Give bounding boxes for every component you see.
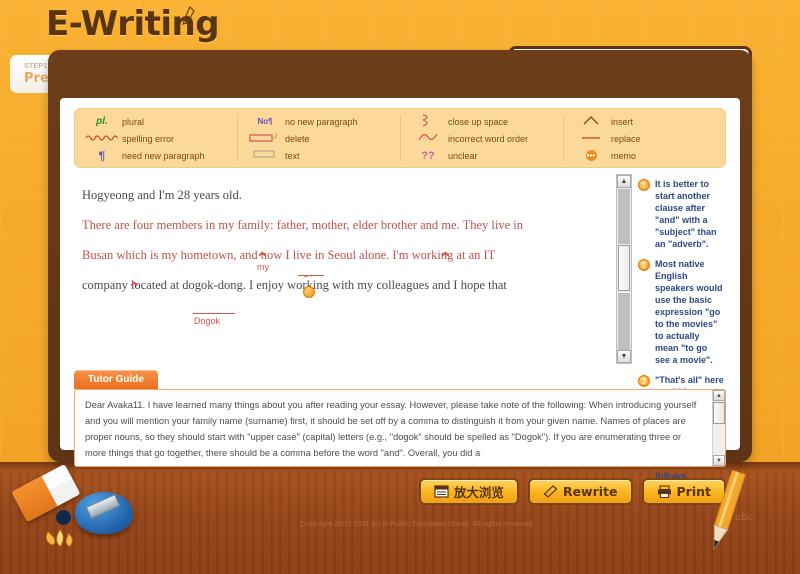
printer-icon — [657, 485, 671, 498]
essay-and-feedback-area: Hogyeong and I'm 28 years old. There are… — [74, 174, 726, 481]
tutor-guide-scrollbar[interactable]: ▲ ▼ — [712, 390, 725, 466]
essay-memo-dot[interactable] — [303, 286, 315, 298]
text-box-icon — [245, 149, 285, 162]
legend-label: need new paragraph — [122, 150, 205, 161]
legend-item-unclear: ?? unclear — [408, 147, 561, 164]
feedback-note[interactable]: 2 Most native English speakers would use… — [638, 258, 724, 366]
title-pencil-icon — [182, 6, 195, 25]
close-up-icon — [408, 113, 448, 130]
pencil-sharpener-decoration — [75, 492, 133, 534]
action-button-bar: 放大浏览 Rewrite Print — [410, 478, 726, 508]
pilcrow-icon: ¶ — [98, 148, 106, 163]
note-badge: 3 — [638, 375, 650, 387]
plural-icon: pl. — [96, 116, 108, 127]
scroll-down-icon[interactable]: ▼ — [617, 350, 631, 363]
essay-line: There are four members in my family: fat… — [82, 218, 523, 232]
strike-mark — [298, 275, 324, 276]
board-content: pl. plural spelling error ¶ need new par… — [60, 98, 740, 505]
print-label: Print — [676, 484, 712, 499]
note-badge: 1 — [638, 179, 650, 191]
correction-marks-legend: pl. plural spelling error ¶ need new par… — [74, 108, 726, 168]
no-pilcrow-icon: No¶ — [257, 117, 273, 126]
legend-item-no-new-paragraph: No¶ no new paragraph — [245, 113, 398, 130]
tutor-guide-box: Dear Avaka11. I have learned many things… — [74, 389, 726, 467]
rewrite-label: Rewrite — [562, 484, 618, 499]
strike-line-icon — [571, 133, 611, 144]
legend-label: plural — [122, 116, 145, 127]
insert-word-mark: my — [257, 262, 269, 272]
legend-label: insert — [611, 116, 634, 127]
feedback-note[interactable]: 1 It is better to start another clause a… — [638, 178, 724, 250]
legend-label: unclear — [448, 150, 478, 161]
legend-label: no new paragraph — [285, 116, 358, 127]
window-icon — [434, 485, 449, 498]
scroll-track-upper[interactable] — [618, 189, 630, 244]
legend-item-replace: replace — [571, 130, 724, 147]
legend-column-3: close up space incorrect word order ?? u… — [400, 108, 563, 168]
legend-column-4: insert replace ••• memo — [563, 108, 726, 168]
legend-label: incorrect word order — [448, 133, 529, 144]
enlarge-view-label: 放大浏览 — [453, 485, 504, 500]
legend-item-memo: ••• memo — [571, 147, 724, 164]
legend-label: spelling error — [122, 133, 175, 144]
feedback-notes-panel: 1 It is better to start another clause a… — [632, 174, 726, 481]
essay-scrollbar[interactable]: ▲ ▼ — [616, 174, 632, 364]
memo-dot-icon: ••• — [585, 150, 597, 161]
legend-label: text — [285, 150, 300, 161]
tutor-scroll-up-icon[interactable]: ▲ — [713, 390, 725, 401]
note-text: Most native English speakers would use t… — [655, 259, 723, 365]
note-text: It is better to start another clause aft… — [655, 179, 717, 249]
note-badge: 2 — [638, 259, 650, 271]
correction-word-mark: Dogok — [194, 316, 221, 326]
essay-line: Hogyeong and I'm 28 years old. — [82, 188, 242, 202]
scroll-track-lower[interactable] — [618, 293, 630, 350]
enlarge-view-button[interactable]: 放大浏览 — [418, 478, 519, 505]
signature-mark: abc — [735, 512, 753, 523]
legend-column-1: pl. plural spelling error ¶ need new par… — [74, 108, 237, 168]
wavy-line-icon — [82, 133, 122, 144]
rewrite-button[interactable]: Rewrite — [527, 478, 633, 505]
question-marks-icon: ?? — [421, 149, 435, 162]
copyright-text: Copyright 2007-2011 (c) E-Public Educati… — [300, 519, 535, 528]
tutor-scroll-down-icon[interactable]: ▼ — [713, 455, 725, 466]
legend-label: memo — [611, 150, 637, 161]
legend-item-incorrect-word-order: incorrect word order — [408, 130, 561, 147]
print-button[interactable]: Print — [641, 478, 726, 505]
scroll-thumb[interactable] — [618, 245, 630, 291]
legend-item-plural: pl. plural — [82, 113, 235, 130]
main-board: pl. plural spelling error ¶ need new par… — [48, 50, 752, 505]
tutor-guide-text: Dear Avaka11. I have learned many things… — [85, 400, 697, 458]
pencil-icon — [543, 485, 558, 498]
caret-icon — [571, 115, 611, 129]
essay-line: Busan which is my hometown, and now I li… — [82, 248, 496, 262]
legend-column-2: No¶ no new paragraph delete text — [237, 108, 400, 168]
essay-text-area[interactable]: Hogyeong and I'm 28 years old. There are… — [74, 174, 614, 364]
transpose-icon — [408, 131, 448, 146]
essay-line: company located at dogok-dong. I enjoy w… — [82, 278, 507, 292]
legend-label: replace — [611, 133, 641, 144]
close-up-mark: ∽ — [302, 268, 313, 284]
legend-item-insert: insert — [571, 113, 724, 130]
legend-item-text: text — [245, 147, 398, 164]
legend-item-spelling-error: spelling error — [82, 130, 235, 147]
legend-item-need-new-paragraph: ¶ need new paragraph — [82, 147, 235, 164]
insert-caret-mark: ⌃ — [128, 280, 141, 297]
legend-label: close up space — [448, 116, 509, 127]
legend-item-delete: delete — [245, 130, 398, 147]
sharpener-hole — [56, 510, 71, 525]
tutor-scroll-thumb[interactable] — [713, 402, 725, 424]
tutor-guide-tab[interactable]: Tutor Guide — [74, 370, 158, 389]
insert-caret-mark: ⌃ — [439, 250, 452, 267]
scroll-up-icon[interactable]: ▲ — [617, 175, 631, 188]
legend-label: delete — [285, 133, 310, 144]
legend-item-close-up-space: close up space — [408, 113, 561, 130]
delete-box-icon — [245, 131, 285, 146]
pencil-shavings-decoration — [46, 529, 73, 547]
spelling-underline-mark — [193, 313, 235, 314]
